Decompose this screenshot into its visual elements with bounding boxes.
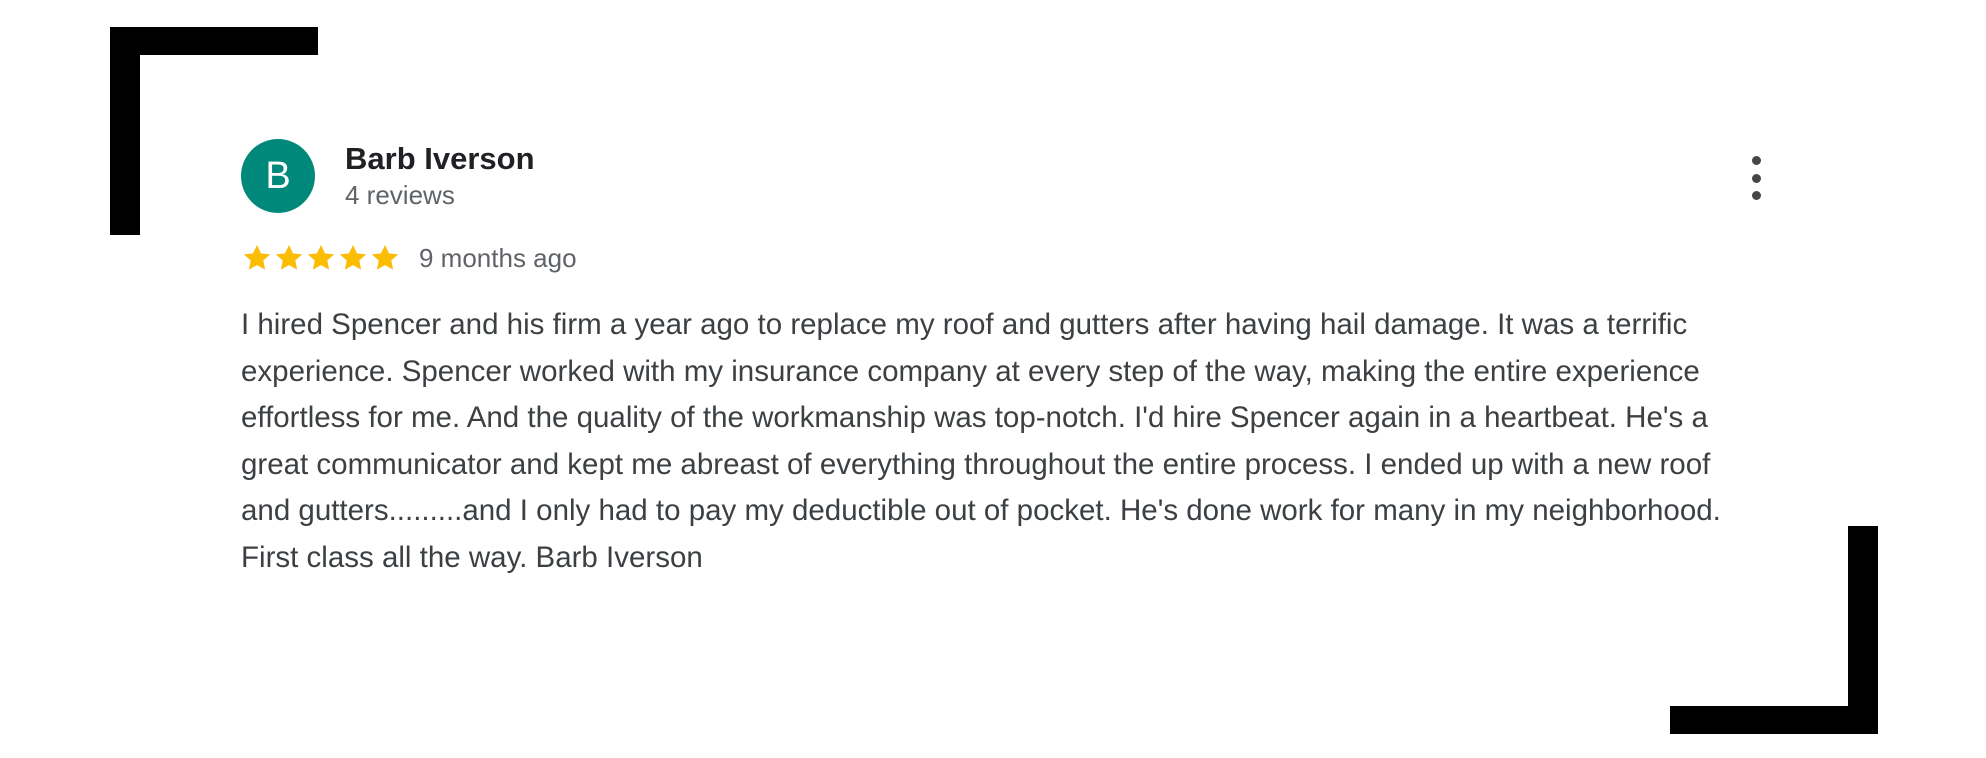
menu-dot: [1751, 173, 1761, 183]
author-block: Barb Iverson 4 reviews: [345, 140, 535, 212]
corner-bracket-top-left-vertical: [110, 27, 140, 235]
star-icon: [243, 244, 271, 270]
corner-bracket-bottom-right-horizontal: [1670, 706, 1878, 734]
menu-dot: [1751, 191, 1761, 200]
avatar[interactable]: B: [241, 139, 315, 213]
review-text: I hired Spencer and his firm a year ago …: [241, 308, 1721, 574]
corner-bracket-top-left-horizontal: [110, 27, 318, 55]
star-icon: [339, 244, 367, 270]
star-icon: [307, 244, 335, 270]
corner-bracket-bottom-right-vertical: [1848, 526, 1878, 734]
star-icon: [275, 244, 303, 270]
author-review-count: 4 reviews: [345, 180, 455, 210]
review-header: B Barb Iverson 4 reviews: [241, 130, 1771, 222]
menu-dot: [1751, 156, 1761, 165]
star-icon: [371, 244, 399, 270]
review-card: B Barb Iverson 4 reviews 9 months ago I …: [241, 130, 1771, 581]
more-vert-icon[interactable]: [1741, 156, 1771, 200]
review-time: 9 months ago: [419, 242, 577, 273]
rating-row: 9 months ago: [241, 240, 1771, 276]
star-rating: [241, 242, 401, 274]
avatar-initial: B: [265, 154, 291, 197]
author-name[interactable]: Barb Iverson: [345, 140, 535, 178]
